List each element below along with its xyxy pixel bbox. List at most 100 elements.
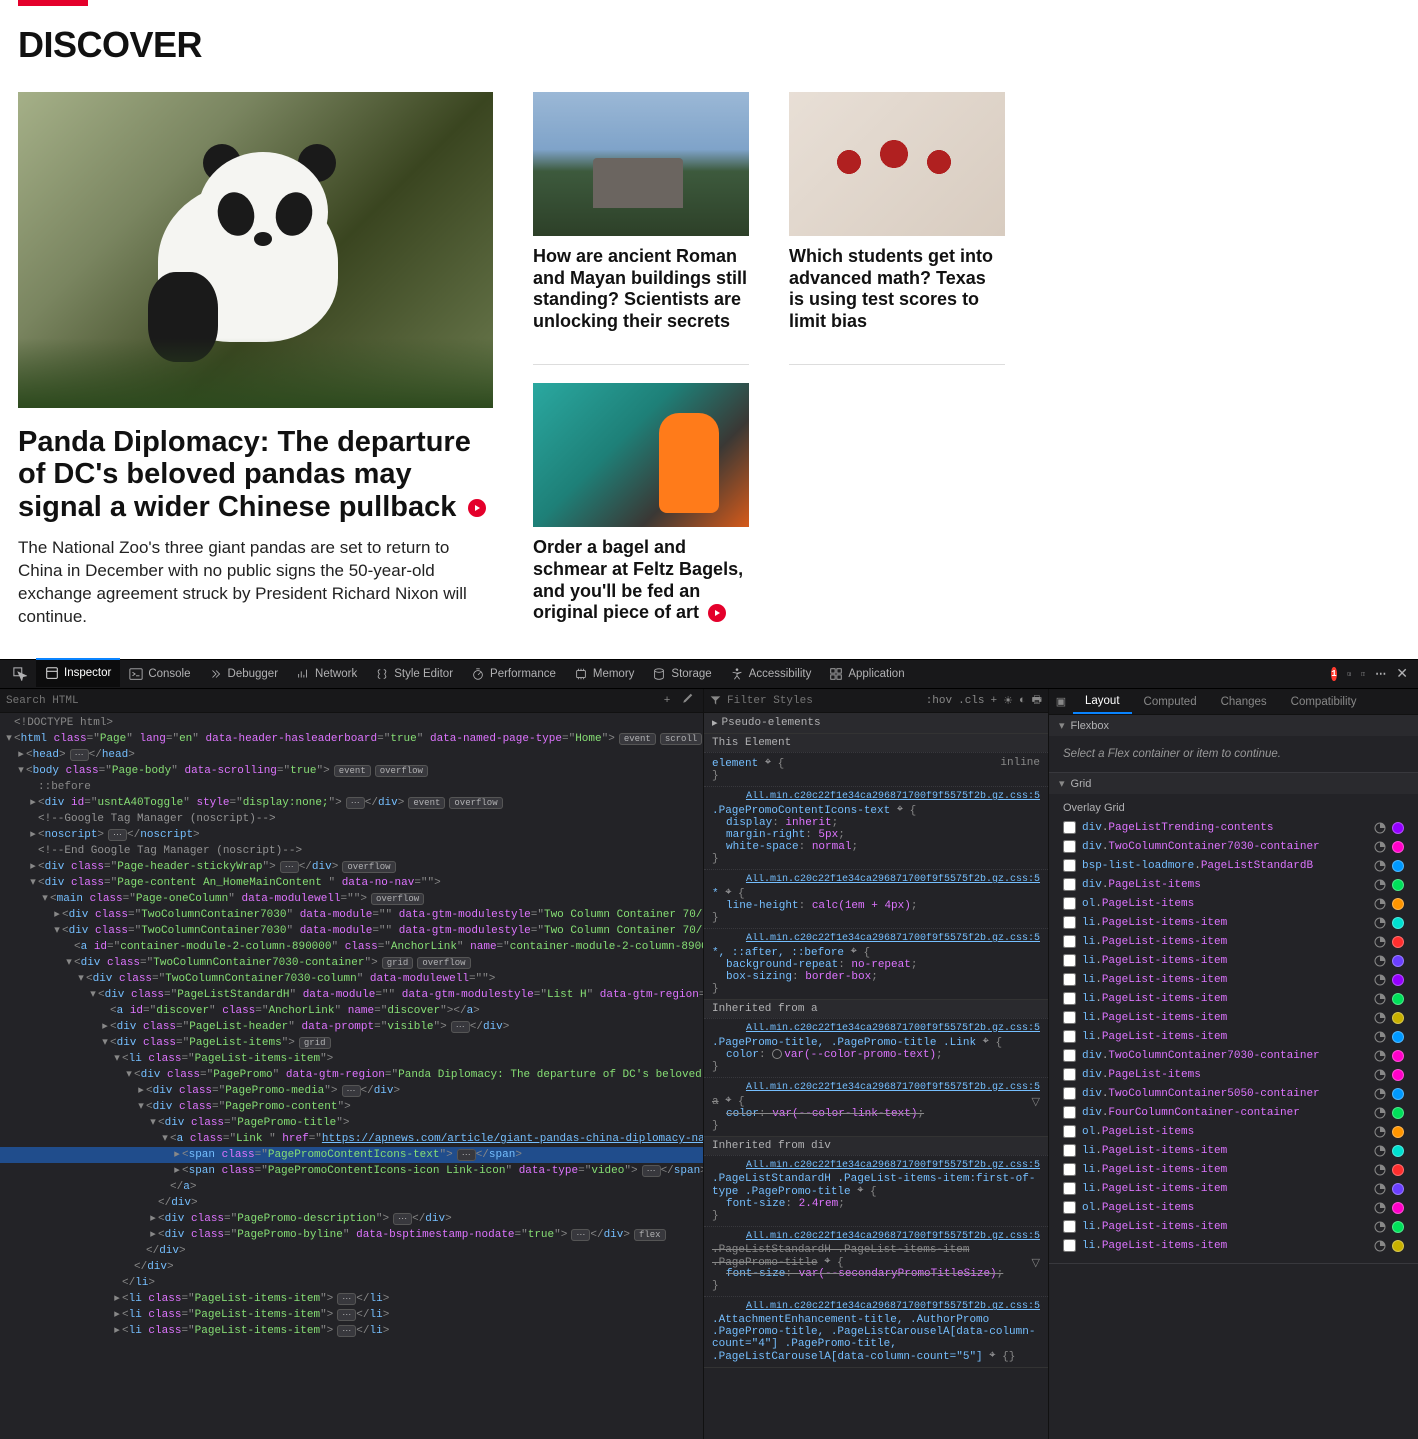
close-icon[interactable]: ✕ [1396, 666, 1408, 683]
dom-node[interactable]: <a id="discover" class="AnchorLink" name… [0, 1003, 703, 1019]
dom-node[interactable]: </div> [0, 1243, 703, 1259]
grid-target-icon[interactable] [1374, 917, 1386, 929]
print-icon[interactable]: 🖶 [1032, 691, 1042, 710]
grid-color-swatch[interactable] [1392, 1107, 1404, 1119]
dom-node[interactable]: ▸<head>⋯</head> [0, 747, 703, 763]
grid-target-icon[interactable] [1374, 1088, 1386, 1100]
grid-overlay-checkbox[interactable] [1063, 935, 1076, 948]
card-title[interactable]: How are ancient Roman and Mayan building… [533, 246, 749, 332]
grid-color-swatch[interactable] [1392, 993, 1404, 1005]
dom-node[interactable]: ▾<div class="PageList-items">grid [0, 1035, 703, 1051]
dom-node[interactable]: ▾<main class="Page-oneColumn" data-modul… [0, 891, 703, 907]
grid-overlay-item[interactable]: li.PageList-items-item [1055, 932, 1412, 951]
more-icon[interactable]: ⋯ [1375, 667, 1386, 681]
dom-node[interactable]: ▾<li class="PageList-items-item"> [0, 1051, 703, 1067]
dom-node[interactable]: ▾<div class="Page-content An_HomeMainCon… [0, 875, 703, 891]
grid-color-swatch[interactable] [1392, 974, 1404, 986]
grid-color-swatch[interactable] [1392, 1050, 1404, 1062]
story-card[interactable]: Which students get into advanced math? T… [789, 92, 1005, 332]
grid-overlay-checkbox[interactable] [1063, 840, 1076, 853]
card-image[interactable] [789, 92, 1005, 236]
grid-target-icon[interactable] [1374, 1031, 1386, 1043]
grid-overlay-item[interactable]: li.PageList-items-item [1055, 913, 1412, 932]
styles-rules[interactable]: ▸Pseudo-elementsThis Elementelement ⌖ {i… [704, 713, 1048, 1439]
grid-color-swatch[interactable] [1392, 898, 1404, 910]
grid-overlay-checkbox[interactable] [1063, 992, 1076, 1005]
grid-overlay-checkbox[interactable] [1063, 1011, 1076, 1024]
card-title[interactable]: Order a bagel and schmear at Feltz Bagel… [533, 537, 749, 623]
grid-color-swatch[interactable] [1392, 1164, 1404, 1176]
devtools-tab-memory[interactable]: Memory [565, 660, 644, 689]
dom-node[interactable]: ▾<div class="PagePromo-content"> [0, 1099, 703, 1115]
grid-color-swatch[interactable] [1392, 1145, 1404, 1157]
inspector-pick-button[interactable] [4, 660, 36, 689]
dom-node[interactable]: ▸<span class="PagePromoContentIcons-icon… [0, 1163, 703, 1179]
dom-tree[interactable]: <!DOCTYPE html>▾<html class="Page" lang=… [0, 713, 703, 1439]
devtools-tab-inspector[interactable]: Inspector [36, 658, 120, 687]
grid-overlay-checkbox[interactable] [1063, 1239, 1076, 1252]
grid-overlay-item[interactable]: li.PageList-items-item [1055, 951, 1412, 970]
card-image[interactable] [533, 383, 749, 527]
card-title[interactable]: Which students get into advanced math? T… [789, 246, 1005, 332]
contrast-icon[interactable]: ◐ [1019, 695, 1026, 707]
light-scheme-icon[interactable]: ☀ [1003, 694, 1013, 708]
grid-color-swatch[interactable] [1392, 936, 1404, 948]
grid-section-header[interactable]: ▾Grid [1049, 773, 1418, 794]
dom-node[interactable]: ▾<div class="TwoColumnContainer7030" dat… [0, 923, 703, 939]
dock-icon[interactable] [1361, 672, 1365, 676]
grid-target-icon[interactable] [1374, 1107, 1386, 1119]
new-rule-button[interactable]: + [991, 695, 998, 707]
dom-node[interactable]: </a> [0, 1179, 703, 1195]
devtools-tab-application[interactable]: Application [820, 660, 913, 689]
grid-target-icon[interactable] [1374, 1202, 1386, 1214]
grid-overlay-checkbox[interactable] [1063, 1030, 1076, 1043]
dom-node[interactable]: ▾<div class="TwoColumnContainer7030-colu… [0, 971, 703, 987]
dom-node[interactable]: ▾<div class="TwoColumnContainer7030-cont… [0, 955, 703, 971]
devtools-tab-accessibility[interactable]: Accessibility [721, 660, 821, 689]
grid-target-icon[interactable] [1374, 1164, 1386, 1176]
grid-overlay-item[interactable]: li.PageList-items-item [1055, 1217, 1412, 1236]
devtools-tab-console[interactable]: Console [120, 660, 199, 689]
grid-overlay-item[interactable]: li.PageList-items-item [1055, 1160, 1412, 1179]
devtools-tab-storage[interactable]: Storage [643, 660, 720, 689]
grid-overlay-checkbox[interactable] [1063, 1182, 1076, 1195]
grid-overlay-item[interactable]: li.PageList-items-item [1055, 989, 1412, 1008]
grid-target-icon[interactable] [1374, 841, 1386, 853]
dom-node[interactable]: ▸<div class="PagePromo-media">⋯</div> [0, 1083, 703, 1099]
dom-node[interactable]: ▾<div class="PagePromo-title"> [0, 1115, 703, 1131]
dom-node[interactable]: ▸<div class="PagePromo-description">⋯</d… [0, 1211, 703, 1227]
grid-overlay-item[interactable]: div.TwoColumnContainer7030-container [1055, 1046, 1412, 1065]
dom-node[interactable]: <!DOCTYPE html> [0, 715, 703, 731]
layout-tab-computed[interactable]: Computed [1132, 689, 1209, 714]
grid-overlay-checkbox[interactable] [1063, 973, 1076, 986]
devtools-tab-network[interactable]: Network [287, 660, 366, 689]
flexbox-section-header[interactable]: ▾Flexbox [1049, 715, 1418, 736]
grid-color-swatch[interactable] [1392, 1012, 1404, 1024]
grid-overlay-checkbox[interactable] [1063, 1106, 1076, 1119]
grid-color-swatch[interactable] [1392, 1221, 1404, 1233]
filter-styles-input[interactable] [727, 695, 920, 707]
grid-target-icon[interactable] [1374, 993, 1386, 1005]
grid-target-icon[interactable] [1374, 936, 1386, 948]
grid-target-icon[interactable] [1374, 879, 1386, 891]
grid-color-swatch[interactable] [1392, 1031, 1404, 1043]
grid-target-icon[interactable] [1374, 898, 1386, 910]
dom-node[interactable]: ▾<div class="PageListStandardH" data-mod… [0, 987, 703, 1003]
dom-node[interactable]: ▾<html class="Page" lang="en" data-heade… [0, 731, 703, 747]
grid-target-icon[interactable] [1374, 1012, 1386, 1024]
grid-target-icon[interactable] [1374, 974, 1386, 986]
hero-image[interactable] [18, 92, 493, 408]
story-card[interactable]: Order a bagel and schmear at Feltz Bagel… [533, 383, 749, 623]
dom-node[interactable]: ▸<div class="Page-header-stickyWrap">⋯</… [0, 859, 703, 875]
grid-overlay-checkbox[interactable] [1063, 1144, 1076, 1157]
grid-color-swatch[interactable] [1392, 822, 1404, 834]
grid-overlay-checkbox[interactable] [1063, 1068, 1076, 1081]
grid-target-icon[interactable] [1374, 1183, 1386, 1195]
dom-node[interactable]: </li> [0, 1275, 703, 1291]
grid-overlay-checkbox[interactable] [1063, 1049, 1076, 1062]
grid-overlay-checkbox[interactable] [1063, 859, 1076, 872]
hero-story[interactable]: Panda Diplomacy: The departure of DC's b… [18, 92, 493, 629]
grid-target-icon[interactable] [1374, 1050, 1386, 1062]
grid-target-icon[interactable] [1374, 955, 1386, 967]
grid-overlay-checkbox[interactable] [1063, 916, 1076, 929]
